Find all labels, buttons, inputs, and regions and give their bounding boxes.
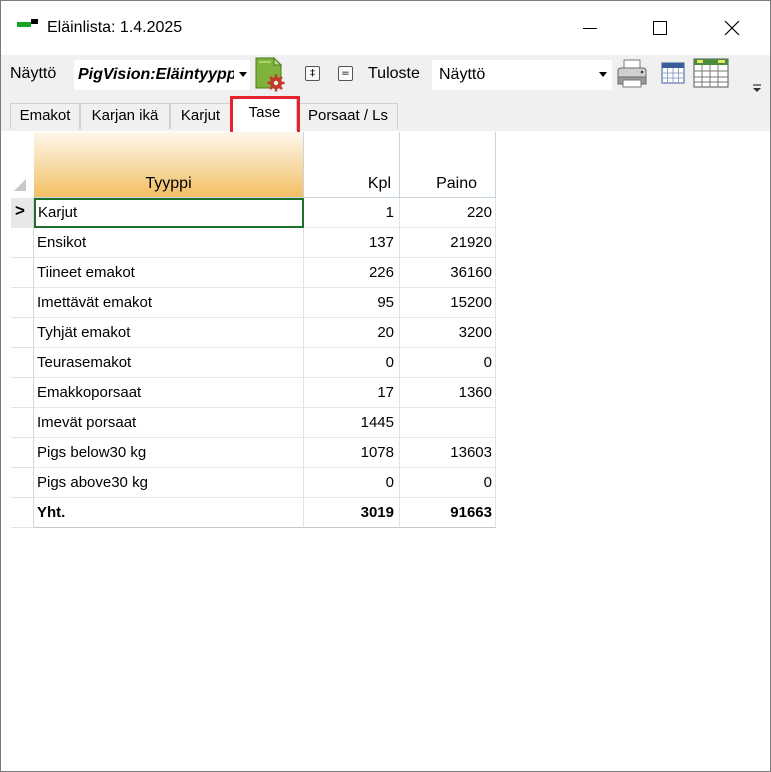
total-weight: 91663 [400, 498, 496, 528]
toolbar-overflow-button[interactable] [751, 81, 763, 93]
table-row[interactable]: Imevät porsaat 1445 [11, 408, 496, 438]
cell-type[interactable]: Imettävät emakot [34, 288, 304, 318]
row-header[interactable] [11, 348, 34, 378]
row-header[interactable]: > [11, 198, 34, 228]
cell-count[interactable]: 1445 [304, 408, 400, 438]
cell-count[interactable]: 20 [304, 318, 400, 348]
expand-all-button[interactable]: ‡ [305, 66, 320, 81]
cell-weight[interactable]: 0 [400, 348, 496, 378]
view-settings-button[interactable] [252, 55, 288, 93]
row-header[interactable] [11, 438, 34, 468]
row-header[interactable] [11, 288, 34, 318]
toolbar: Näyttö PigVision:Eläintyyppi ‡ = Tuloste… [1, 55, 770, 97]
app-icon [17, 19, 38, 27]
table-row[interactable]: Pigs above30 kg 0 0 [11, 468, 496, 498]
row-header[interactable] [11, 318, 34, 348]
row-header[interactable] [11, 468, 34, 498]
chevron-down-icon [599, 72, 607, 77]
table-row[interactable]: Tiineet emakot 226 36160 [11, 258, 496, 288]
cell-count[interactable]: 137 [304, 228, 400, 258]
table-row[interactable]: Pigs below30 kg 1078 13603 [11, 438, 496, 468]
view-select-value: PigVision:Eläintyyppi [78, 66, 234, 83]
cell-weight[interactable]: 3200 [400, 318, 496, 348]
tab-porsaat-ls[interactable]: Porsaat / Ls [298, 103, 398, 129]
cell-count[interactable]: 17 [304, 378, 400, 408]
active-tab-highlight [230, 96, 300, 136]
window-title: Eläinlista: 1.4.2025 [47, 19, 183, 36]
cell-weight[interactable]: 1360 [400, 378, 496, 408]
cell-type[interactable]: Tiineet emakot [34, 258, 304, 288]
cell-type[interactable]: Pigs below30 kg [34, 438, 304, 468]
table-row[interactable]: Ensikot 137 21920 [11, 228, 496, 258]
total-type: Yht. [34, 498, 304, 528]
minimize-button[interactable] [567, 11, 613, 45]
chevron-down-icon [239, 72, 247, 77]
table-view-button[interactable] [693, 58, 729, 88]
grid-corner[interactable] [11, 132, 34, 198]
maximize-icon [653, 21, 667, 35]
collapse-all-button[interactable]: = [338, 66, 353, 81]
cell-weight[interactable] [400, 408, 496, 438]
print-label: Tuloste [368, 65, 420, 82]
tab-strip: Emakot Karjan ikä Karjut Tase Porsaat / … [1, 97, 770, 131]
tab-emakot[interactable]: Emakot [10, 103, 80, 129]
cell-weight[interactable]: 36160 [400, 258, 496, 288]
table-row[interactable]: > Karjut 1 220 [11, 198, 496, 228]
column-header-tyyppi[interactable]: Tyyppi [34, 132, 304, 198]
view-select[interactable]: PigVision:Eläintyyppi [74, 60, 250, 90]
title-bar[interactable]: Eläinlista: 1.4.2025 [1, 1, 770, 53]
print-button[interactable] [615, 57, 649, 91]
cell-count[interactable]: 226 [304, 258, 400, 288]
maximize-button[interactable] [637, 11, 683, 45]
view-label: Näyttö [10, 65, 57, 82]
cell-type[interactable]: Pigs above30 kg [34, 468, 304, 498]
document-gear-icon [255, 56, 285, 92]
cell-type[interactable]: Teurasemakot [34, 348, 304, 378]
table-row[interactable]: Imettävät emakot 95 15200 [11, 288, 496, 318]
cell-count[interactable]: 1 [304, 198, 400, 228]
overflow-chevron-icon [753, 84, 761, 92]
print-select-value: Näyttö [439, 66, 486, 83]
cell-weight[interactable]: 13603 [400, 438, 496, 468]
print-select[interactable]: Näyttö [432, 60, 612, 90]
column-header-kpl[interactable]: Kpl [304, 132, 400, 198]
close-icon [724, 20, 740, 36]
row-header[interactable] [11, 498, 34, 528]
minimize-icon [583, 27, 597, 29]
row-header[interactable] [11, 258, 34, 288]
cell-weight[interactable]: 220 [400, 198, 496, 228]
row-header[interactable] [11, 408, 34, 438]
main-window: Eläinlista: 1.4.2025 Näyttö PigVision:El… [0, 0, 771, 772]
row-header[interactable] [11, 228, 34, 258]
close-button[interactable] [709, 11, 755, 45]
cell-type[interactable]: Emakkoporsaat [34, 378, 304, 408]
cell-weight[interactable]: 0 [400, 468, 496, 498]
calendar-icon [661, 62, 685, 84]
cell-count[interactable]: 95 [304, 288, 400, 318]
total-count: 3019 [304, 498, 400, 528]
total-row[interactable]: Yht. 3019 91663 [11, 498, 496, 528]
printer-icon [617, 59, 647, 88]
cell-type[interactable]: Imevät porsaat [34, 408, 304, 438]
calendar-button[interactable] [661, 61, 685, 85]
cell-type[interactable]: Ensikot [34, 228, 304, 258]
cell-type[interactable]: Karjut [34, 198, 304, 228]
current-row-indicator: > [15, 201, 25, 220]
tab-karjan-ika[interactable]: Karjan ikä [80, 103, 170, 129]
table-row[interactable]: Emakkoporsaat 17 1360 [11, 378, 496, 408]
table-row[interactable]: Tyhjät emakot 20 3200 [11, 318, 496, 348]
cell-type[interactable]: Tyhjät emakot [34, 318, 304, 348]
cell-count[interactable]: 0 [304, 348, 400, 378]
tab-karjut[interactable]: Karjut [170, 103, 231, 129]
cell-weight[interactable]: 21920 [400, 228, 496, 258]
select-all-icon [14, 179, 26, 191]
table-row[interactable]: Teurasemakot 0 0 [11, 348, 496, 378]
cell-weight[interactable]: 15200 [400, 288, 496, 318]
table-grid-icon [693, 58, 729, 88]
column-header-paino[interactable]: Paino [400, 132, 496, 198]
cell-count[interactable]: 1078 [304, 438, 400, 468]
row-header[interactable] [11, 378, 34, 408]
cell-count[interactable]: 0 [304, 468, 400, 498]
